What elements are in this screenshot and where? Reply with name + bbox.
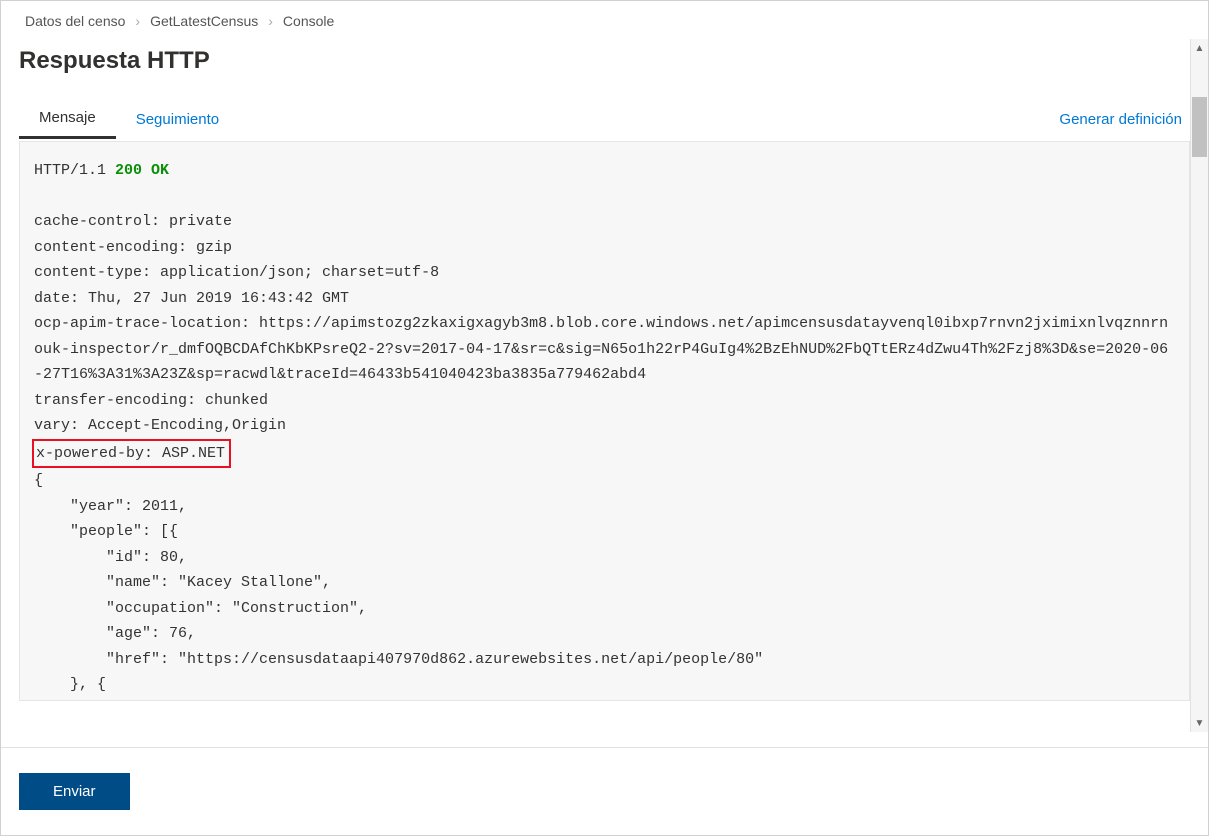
header-content-type: content-type: application/json; charset=… bbox=[34, 264, 439, 281]
breadcrumb-item-1[interactable]: Datos del censo bbox=[25, 13, 125, 29]
scroll-up-icon[interactable]: ▲ bbox=[1191, 39, 1208, 57]
tab-bar: Mensaje Seguimiento Generar definición bbox=[19, 99, 1190, 139]
response-status: 200 OK bbox=[115, 162, 169, 179]
http-response-body[interactable]: HTTP/1.1 200 OK cache-control: private c… bbox=[19, 141, 1190, 701]
header-ocp-apim-trace: ocp-apim-trace-location: https://apimsto… bbox=[34, 315, 1168, 383]
header-content-encoding: content-encoding: gzip bbox=[34, 239, 232, 256]
header-date: date: Thu, 27 Jun 2019 16:43:42 GMT bbox=[34, 290, 349, 307]
scroll-down-icon[interactable]: ▼ bbox=[1191, 714, 1208, 732]
content-area: Respuesta HTTP Mensaje Seguimiento Gener… bbox=[1, 39, 1208, 701]
tab-tracking[interactable]: Seguimiento bbox=[116, 101, 239, 138]
send-button[interactable]: Enviar bbox=[19, 773, 130, 810]
generate-definition-link[interactable]: Generar definición bbox=[1059, 111, 1190, 128]
breadcrumb-item-2[interactable]: GetLatestCensus bbox=[150, 13, 258, 29]
response-json-body: { "year": 2011, "people": [{ "id": 80, "… bbox=[34, 472, 763, 693]
chevron-right-icon: › bbox=[268, 13, 273, 29]
response-protocol: HTTP/1.1 bbox=[34, 162, 106, 179]
header-vary: vary: Accept-Encoding,Origin bbox=[34, 417, 286, 434]
vertical-scrollbar[interactable]: ▲ ▼ bbox=[1190, 39, 1208, 732]
footer-bar: Enviar bbox=[1, 747, 1208, 835]
app-window: Datos del censo › GetLatestCensus › Cons… bbox=[0, 0, 1209, 836]
header-x-powered-by-highlighted: x-powered-by: ASP.NET bbox=[32, 439, 231, 469]
tab-message[interactable]: Mensaje bbox=[19, 99, 116, 139]
breadcrumb: Datos del censo › GetLatestCensus › Cons… bbox=[1, 1, 1208, 39]
header-cache-control: cache-control: private bbox=[34, 213, 232, 230]
scroll-area: Respuesta HTTP Mensaje Seguimiento Gener… bbox=[1, 39, 1208, 732]
scroll-thumb[interactable] bbox=[1192, 97, 1207, 157]
chevron-right-icon: › bbox=[135, 13, 140, 29]
header-transfer-encoding: transfer-encoding: chunked bbox=[34, 392, 268, 409]
breadcrumb-item-3: Console bbox=[283, 13, 334, 29]
page-title: Respuesta HTTP bbox=[19, 39, 1190, 99]
